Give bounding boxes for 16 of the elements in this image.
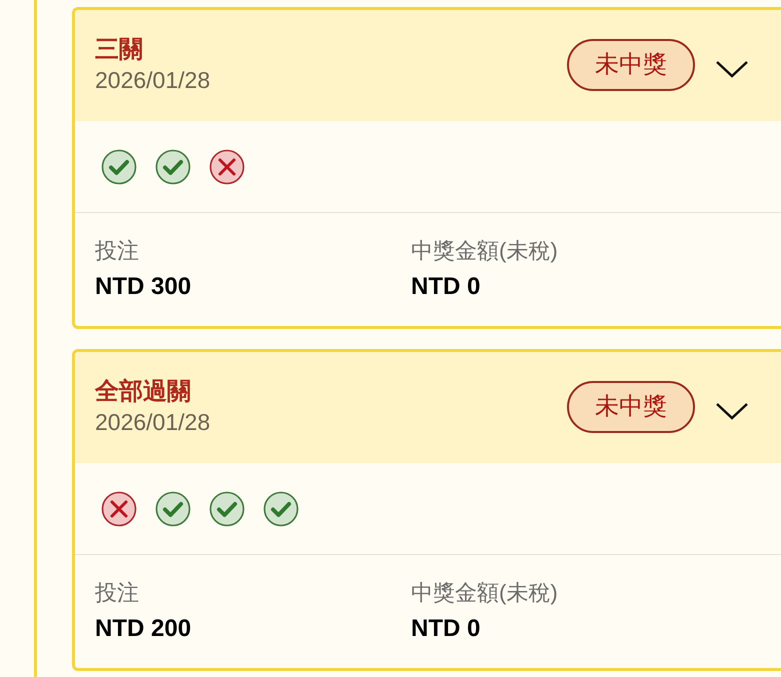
amount-value: NTD 300 [95, 272, 192, 302]
status-badge: 未中獎 [567, 39, 695, 91]
amount-label: 投注 [95, 579, 140, 607]
amount-value: NTD 0 [411, 614, 482, 644]
amount-label: 中獎金額(未稅) [411, 579, 558, 607]
chevron-down-icon[interactable] [715, 59, 749, 79]
bet-title: 三關 [95, 35, 144, 65]
amount-label: 中獎金額(未稅) [411, 237, 558, 265]
chevron-down-icon[interactable] [715, 401, 749, 421]
bet-date: 2026/01/28 [95, 66, 212, 95]
bet-title: 全部過關 [95, 377, 192, 407]
status-badge: 未中獎 [567, 381, 695, 433]
bet-date: 2026/01/28 [95, 408, 212, 437]
amount-value: NTD 200 [95, 614, 192, 644]
amount-value: NTD 0 [411, 272, 482, 302]
amount-label: 投注 [95, 237, 140, 265]
